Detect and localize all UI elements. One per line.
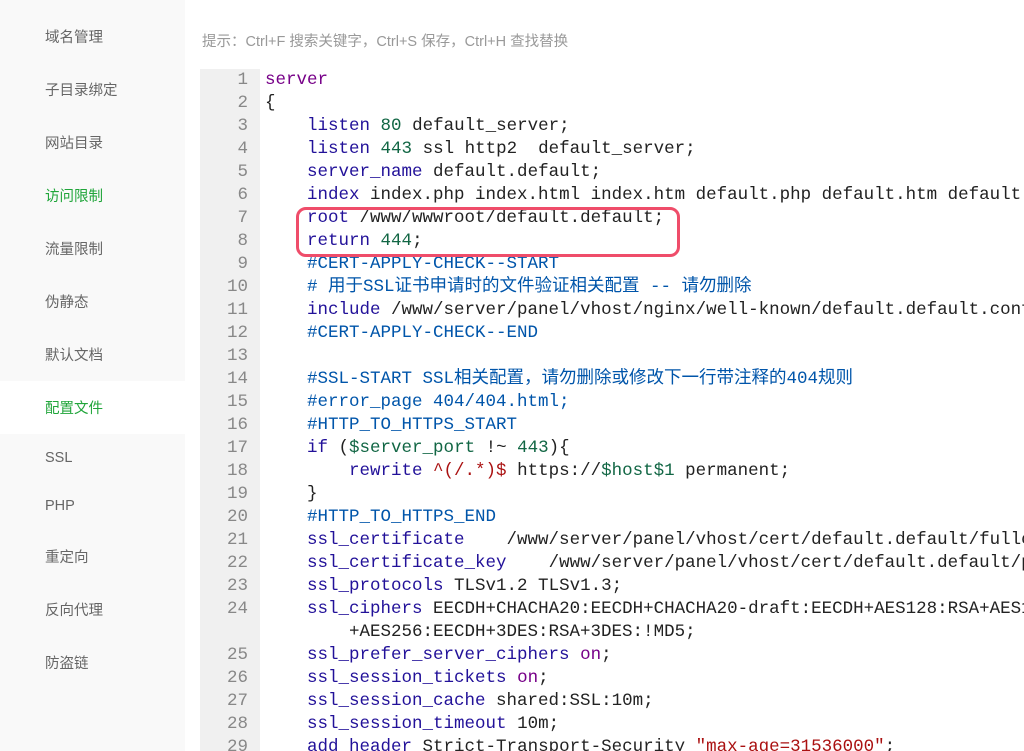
line-number: 5 <box>208 161 248 184</box>
line-number: 16 <box>208 414 248 437</box>
code-line[interactable]: ssl_ciphers EECDH+CHACHA20:EECDH+CHACHA2… <box>265 598 1024 621</box>
code-line[interactable] <box>265 345 1024 368</box>
line-number: 17 <box>208 437 248 460</box>
code-line[interactable]: include /www/server/panel/vhost/nginx/we… <box>265 299 1024 322</box>
code-line[interactable]: #HTTP_TO_HTTPS_START <box>265 414 1024 437</box>
code-line[interactable]: { <box>265 92 1024 115</box>
line-number: 18 <box>208 460 248 483</box>
sidebar-item-7[interactable]: 配置文件 <box>0 381 185 434</box>
sidebar-item-0[interactable]: 域名管理 <box>0 10 185 63</box>
line-number: 11 <box>208 299 248 322</box>
line-number: 23 <box>208 575 248 598</box>
line-gutter: 1234567891011121314151617181920212223242… <box>200 69 260 751</box>
line-number: 4 <box>208 138 248 161</box>
line-number: 1 <box>208 69 248 92</box>
sidebar-item-5[interactable]: 伪静态 <box>0 275 185 328</box>
editor-hint: 提示：Ctrl+F 搜索关键字，Ctrl+S 保存，Ctrl+H 查找替换 <box>200 30 1024 51</box>
code-line[interactable]: ssl_certificate /www/server/panel/vhost/… <box>265 529 1024 552</box>
code-line[interactable]: server <box>265 69 1024 92</box>
code-line[interactable]: ssl_prefer_server_ciphers on; <box>265 644 1024 667</box>
code-line[interactable]: listen 80 default_server; <box>265 115 1024 138</box>
line-number: 25 <box>208 644 248 667</box>
code-line[interactable]: listen 443 ssl http2 default_server; <box>265 138 1024 161</box>
line-number: 7 <box>208 207 248 230</box>
code-line[interactable]: #SSL-START SSL相关配置，请勿删除或修改下一行带注释的404规则 <box>265 368 1024 391</box>
code-line[interactable]: ssl_protocols TLSv1.2 TLSv1.3; <box>265 575 1024 598</box>
line-number: 15 <box>208 391 248 414</box>
line-number: 19 <box>208 483 248 506</box>
line-number: 24 <box>208 598 248 621</box>
config-editor[interactable]: 1234567891011121314151617181920212223242… <box>200 69 1024 751</box>
code-line[interactable]: } <box>265 483 1024 506</box>
sidebar-item-1[interactable]: 子目录绑定 <box>0 63 185 116</box>
line-number: 14 <box>208 368 248 391</box>
line-number: 20 <box>208 506 248 529</box>
line-number: 9 <box>208 253 248 276</box>
sidebar-item-9[interactable]: PHP <box>0 482 185 530</box>
code-line[interactable]: return 444; <box>265 230 1024 253</box>
main-panel: 提示：Ctrl+F 搜索关键字，Ctrl+S 保存，Ctrl+H 查找替换 12… <box>185 0 1024 751</box>
code-line[interactable]: server_name default.default; <box>265 161 1024 184</box>
sidebar: 域名管理子目录绑定网站目录访问限制流量限制伪静态默认文档配置文件SSLPHP重定… <box>0 0 185 751</box>
code-line[interactable]: rewrite ^(/.*)$ https://$host$1 permanen… <box>265 460 1024 483</box>
code-line[interactable]: ssl_session_cache shared:SSL:10m; <box>265 690 1024 713</box>
line-number <box>208 621 248 644</box>
sidebar-item-10[interactable]: 重定向 <box>0 530 185 583</box>
code-line[interactable]: index index.php index.html index.htm def… <box>265 184 1024 207</box>
code-line[interactable]: #error_page 404/404.html; <box>265 391 1024 414</box>
code-area[interactable]: server{ listen 80 default_server; listen… <box>260 69 1024 751</box>
sidebar-item-6[interactable]: 默认文档 <box>0 328 185 381</box>
code-line[interactable]: #HTTP_TO_HTTPS_END <box>265 506 1024 529</box>
sidebar-item-12[interactable]: 防盗链 <box>0 636 185 689</box>
code-line[interactable]: #CERT-APPLY-CHECK--START <box>265 253 1024 276</box>
line-number: 8 <box>208 230 248 253</box>
line-number: 22 <box>208 552 248 575</box>
line-number: 21 <box>208 529 248 552</box>
code-line[interactable]: # 用于SSL证书申请时的文件验证相关配置 -- 请勿删除 <box>265 276 1024 299</box>
line-number: 29 <box>208 736 248 751</box>
line-number: 28 <box>208 713 248 736</box>
line-number: 3 <box>208 115 248 138</box>
line-number: 26 <box>208 667 248 690</box>
sidebar-item-2[interactable]: 网站目录 <box>0 116 185 169</box>
line-number: 13 <box>208 345 248 368</box>
sidebar-item-4[interactable]: 流量限制 <box>0 222 185 275</box>
code-line[interactable]: +AES256:EECDH+3DES:RSA+3DES:!MD5; <box>265 621 1024 644</box>
code-line[interactable]: ssl_certificate_key /www/server/panel/vh… <box>265 552 1024 575</box>
code-line[interactable]: ssl_session_tickets on; <box>265 667 1024 690</box>
code-line[interactable]: ssl_session_timeout 10m; <box>265 713 1024 736</box>
line-number: 6 <box>208 184 248 207</box>
code-line[interactable]: add_header Strict-Transport-Security "ma… <box>265 736 1024 751</box>
code-line[interactable]: #CERT-APPLY-CHECK--END <box>265 322 1024 345</box>
line-number: 2 <box>208 92 248 115</box>
line-number: 27 <box>208 690 248 713</box>
sidebar-item-11[interactable]: 反向代理 <box>0 583 185 636</box>
line-number: 10 <box>208 276 248 299</box>
sidebar-item-3[interactable]: 访问限制 <box>0 169 185 222</box>
code-line[interactable]: if ($server_port !~ 443){ <box>265 437 1024 460</box>
sidebar-item-8[interactable]: SSL <box>0 434 185 482</box>
line-number: 12 <box>208 322 248 345</box>
code-line[interactable]: root /www/wwwroot/default.default; <box>265 207 1024 230</box>
